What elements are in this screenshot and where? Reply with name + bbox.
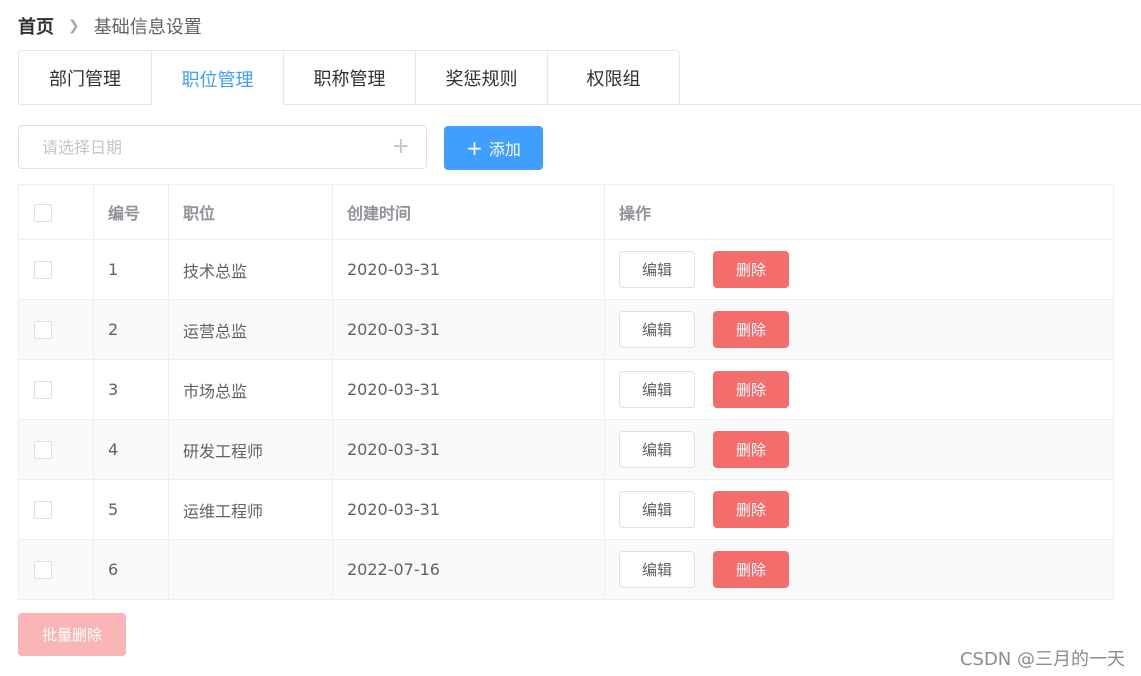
- chevron-right-icon: ❯: [68, 18, 80, 34]
- delete-button[interactable]: 删除: [713, 311, 789, 348]
- breadcrumb-current: 基础信息设置: [93, 17, 202, 38]
- tab-reward-rules[interactable]: 奖惩规则: [415, 51, 547, 105]
- row-number: 6: [93, 539, 169, 600]
- row-checkbox[interactable]: [34, 321, 52, 340]
- row-checkbox[interactable]: [34, 261, 52, 280]
- row-checkbox[interactable]: [34, 501, 52, 520]
- select-all-checkbox[interactable]: [34, 203, 52, 222]
- row-select-cell: [18, 239, 94, 300]
- header-actions: 操作: [604, 184, 1114, 240]
- row-number: 4: [93, 419, 169, 480]
- row-checkbox[interactable]: [34, 441, 52, 460]
- row-position: [168, 539, 333, 600]
- batch-delete-button[interactable]: 批量删除: [18, 613, 126, 656]
- tab-bar: 部门管理 职位管理 职称管理 奖惩规则 权限组: [18, 50, 680, 106]
- row-select-cell: [18, 299, 94, 360]
- plus-icon: +: [466, 136, 483, 160]
- row-created: 2022-07-16: [332, 539, 605, 600]
- row-position: 运营总监: [168, 299, 333, 360]
- row-number: 1: [93, 239, 169, 300]
- delete-button[interactable]: 删除: [713, 371, 789, 408]
- row-created: 2020-03-31: [332, 239, 605, 300]
- delete-button[interactable]: 删除: [713, 491, 789, 528]
- row-select-cell: [18, 539, 94, 600]
- table-row: 2 运营总监 2020-03-31 编辑 删除: [18, 299, 1114, 360]
- tab-position[interactable]: 职位管理: [151, 51, 283, 106]
- row-actions: 编辑 删除: [604, 239, 1114, 300]
- position-table: 编号 职位 创建时间 操作 1 技术总监 2020-03-31 编辑 删除 2 运…: [18, 184, 1114, 600]
- tab-permission-group[interactable]: 权限组: [547, 51, 679, 105]
- edit-button[interactable]: 编辑: [619, 551, 695, 588]
- row-number: 5: [93, 479, 169, 540]
- row-created: 2020-03-31: [332, 359, 605, 420]
- header-number: 编号: [93, 184, 169, 240]
- edit-button[interactable]: 编辑: [619, 371, 695, 408]
- watermark: CSDN @三月的一天: [959, 649, 1125, 670]
- delete-button[interactable]: 删除: [713, 251, 789, 288]
- date-input[interactable]: [40, 136, 392, 158]
- row-created: 2020-03-31: [332, 419, 605, 480]
- table-row: 3 市场总监 2020-03-31 编辑 删除: [18, 359, 1114, 420]
- row-checkbox[interactable]: [34, 381, 52, 400]
- tab-department[interactable]: 部门管理: [19, 51, 151, 105]
- row-actions: 编辑 删除: [604, 359, 1114, 420]
- breadcrumb: 首页 ❯ 基础信息设置: [18, 13, 202, 39]
- edit-button[interactable]: 编辑: [619, 431, 695, 468]
- row-created: 2020-03-31: [332, 479, 605, 540]
- header-select-all: [18, 184, 94, 240]
- row-position: 研发工程师: [168, 419, 333, 480]
- header-position: 职位: [168, 184, 333, 240]
- table-row: 1 技术总监 2020-03-31 编辑 删除: [18, 239, 1114, 300]
- edit-button[interactable]: 编辑: [619, 311, 695, 348]
- tab-title[interactable]: 职称管理: [283, 51, 415, 105]
- row-actions: 编辑 删除: [604, 479, 1114, 540]
- delete-button[interactable]: 删除: [713, 431, 789, 468]
- add-button[interactable]: + 添加: [444, 126, 543, 170]
- row-position: 技术总监: [168, 239, 333, 300]
- table-row: 4 研发工程师 2020-03-31 编辑 删除: [18, 419, 1114, 480]
- date-picker[interactable]: +: [18, 125, 427, 169]
- row-select-cell: [18, 359, 94, 420]
- edit-button[interactable]: 编辑: [619, 491, 695, 528]
- row-actions: 编辑 删除: [604, 539, 1114, 600]
- row-select-cell: [18, 479, 94, 540]
- row-position: 市场总监: [168, 359, 333, 420]
- row-actions: 编辑 删除: [604, 299, 1114, 360]
- table-row: 6 2022-07-16 编辑 删除: [18, 539, 1114, 600]
- table-header-row: 编号 职位 创建时间 操作: [18, 184, 1114, 240]
- plus-icon: +: [391, 134, 410, 159]
- row-number: 3: [93, 359, 169, 420]
- edit-button[interactable]: 编辑: [619, 251, 695, 288]
- header-created: 创建时间: [332, 184, 605, 240]
- row-select-cell: [18, 419, 94, 480]
- table-row: 5 运维工程师 2020-03-31 编辑 删除: [18, 479, 1114, 540]
- row-checkbox[interactable]: [34, 561, 52, 580]
- row-number: 2: [93, 299, 169, 360]
- row-created: 2020-03-31: [332, 299, 605, 360]
- delete-button[interactable]: 删除: [713, 551, 789, 588]
- row-actions: 编辑 删除: [604, 419, 1114, 480]
- breadcrumb-home[interactable]: 首页: [18, 13, 54, 39]
- add-button-label: 添加: [488, 140, 521, 159]
- row-position: 运维工程师: [168, 479, 333, 540]
